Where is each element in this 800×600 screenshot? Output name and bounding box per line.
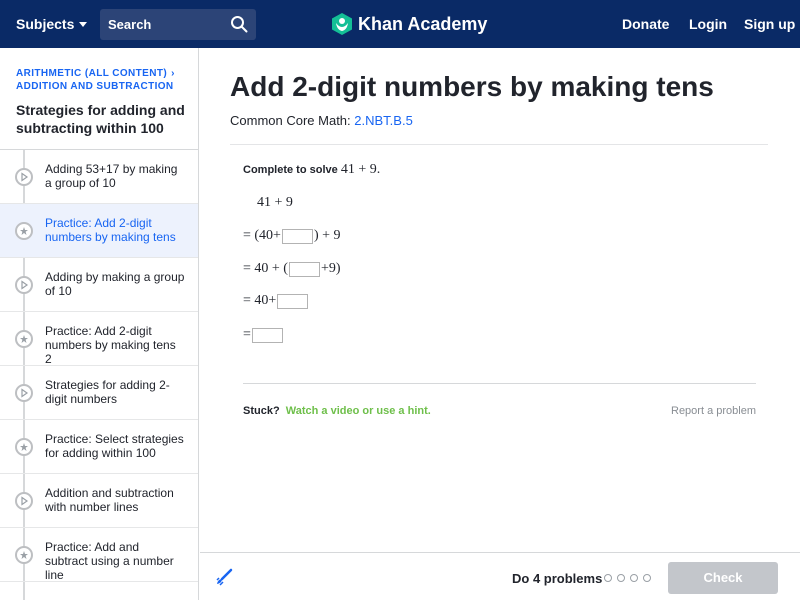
step-3-left: = 40 + ( [243, 261, 288, 276]
step-2-right: ) + 9 [313, 228, 341, 243]
top-nav-bar: Subjects Search Khan Academy Donate Logi… [0, 0, 800, 48]
progress-dot-3 [630, 574, 638, 582]
answer-box-3[interactable] [277, 293, 309, 309]
sidebar-item-label: Practice: Add 2-digit numbers by making … [45, 216, 176, 244]
search-placeholder: Search [108, 17, 152, 32]
scratchpad-icon[interactable] [214, 567, 234, 587]
divider [243, 383, 756, 384]
check-button[interactable]: Check [668, 562, 778, 594]
sidebar-item-label: Practice: Add 2-digit numbers by making … [45, 324, 176, 366]
step-1: 41 + 9 [257, 194, 293, 212]
progress-dot-4 [643, 574, 651, 582]
step-2-left: = (40+ [243, 228, 281, 243]
sidebar-item-label: Adding 53+17 by making a group of 10 [45, 162, 178, 190]
standard-line: Common Core Math: 2.NBT.B.5 [230, 113, 413, 128]
logo-text: Khan Academy [358, 13, 488, 34]
star-icon [15, 546, 33, 564]
star-icon [15, 222, 33, 240]
question-prompt: Complete to solve 41 + 9. [243, 162, 380, 178]
breadcrumb-course-label: ARITHMETIC (ALL CONTENT) [16, 68, 168, 79]
login-link[interactable]: Login [689, 16, 727, 32]
progress-dot-2 [617, 574, 625, 582]
step-4: = 40+ [243, 292, 309, 310]
exercise-panel: Add 2-digit numbers by making tens Commo… [200, 48, 800, 552]
sidebar-item-label: Practice: Add and subtract using a numbe… [45, 540, 174, 582]
divider [230, 144, 768, 145]
standard-link[interactable]: 2.NBT.B.5 [354, 113, 413, 128]
sidebar-item-video-3[interactable]: Strategies for adding 2-digit numbers [0, 366, 198, 420]
sidebar-item-video-4[interactable]: Addition and subtraction with number lin… [0, 474, 198, 528]
star-icon [15, 330, 33, 348]
standard-prefix: Common Core Math: [230, 113, 351, 128]
stuck-label: Stuck? [243, 405, 280, 417]
play-icon [15, 276, 33, 294]
chevron-down-icon [79, 22, 88, 27]
play-icon [15, 384, 33, 402]
answer-box-1[interactable] [281, 228, 313, 244]
chevron-right-icon: › [171, 68, 175, 79]
breadcrumb-unit[interactable]: ADDITION AND SUBTRACTION [16, 81, 174, 92]
step-5: = [243, 326, 284, 344]
sidebar-item-practice-4[interactable]: Practice: Add and subtract using a numbe… [0, 528, 198, 582]
sidebar-item-label: Strategies for adding 2-digit numbers [45, 378, 170, 406]
sidebar: ARITHMETIC (ALL CONTENT) › ADDITION AND S… [0, 48, 199, 600]
progress-dot-1 [604, 574, 612, 582]
sidebar-item-practice-3[interactable]: Practice: Select strategies for adding w… [0, 420, 198, 474]
sidebar-item-label: Adding by making a group of 10 [45, 270, 185, 298]
donate-link[interactable]: Donate [622, 16, 669, 32]
sidebar-item-video-1[interactable]: Adding 53+17 by making a group of 10 [0, 150, 198, 204]
play-icon [15, 168, 33, 186]
report-problem-link[interactable]: Report a problem [671, 405, 756, 417]
step-4-left: = 40+ [243, 293, 277, 308]
answer-box-4[interactable] [251, 327, 283, 343]
step-1-text: 41 + 9 [257, 195, 293, 210]
play-icon [15, 492, 33, 510]
step-3: = 40 + ( +9) [243, 260, 341, 278]
stuck-row: Stuck? Watch a video or use a hint. [243, 405, 431, 417]
sidebar-item-label: Practice: Select strategies for adding w… [45, 432, 184, 460]
exercise-footer: Do 4 problems Check [200, 552, 800, 600]
step-2: = (40+ ) + 9 [243, 227, 341, 245]
signup-link[interactable]: Sign up [744, 16, 795, 32]
sidebar-item-practice-1[interactable]: Practice: Add 2-digit numbers by making … [0, 204, 198, 258]
subjects-label: Subjects [16, 16, 75, 32]
search-icon[interactable] [230, 15, 248, 33]
page-title: Add 2-digit numbers by making tens [230, 71, 714, 102]
star-icon [15, 438, 33, 456]
unit-title: Strategies for adding and subtracting wi… [16, 102, 185, 136]
step-3-right: +9) [320, 261, 341, 276]
prompt-text: Complete to solve [243, 164, 338, 176]
answer-box-2[interactable] [288, 261, 320, 277]
sidebar-item-video-2[interactable]: Adding by making a group of 10 [0, 258, 198, 312]
search-input[interactable]: Search [100, 9, 256, 40]
task-count-label: Do 4 problems [512, 571, 603, 586]
step-5-left: = [243, 327, 251, 342]
subjects-menu[interactable]: Subjects [16, 16, 88, 32]
sidebar-item-label: Addition and subtraction with number lin… [45, 486, 174, 514]
hint-link[interactable]: Watch a video or use a hint. [286, 405, 431, 417]
khan-academy-logo[interactable]: Khan Academy [332, 12, 487, 36]
prompt-expression: 41 + 9. [340, 162, 381, 177]
khan-leaf-icon [332, 13, 352, 35]
sidebar-item-practice-2[interactable]: Practice: Add 2-digit numbers by making … [0, 312, 198, 366]
breadcrumb-course[interactable]: ARITHMETIC (ALL CONTENT) › [16, 68, 175, 79]
